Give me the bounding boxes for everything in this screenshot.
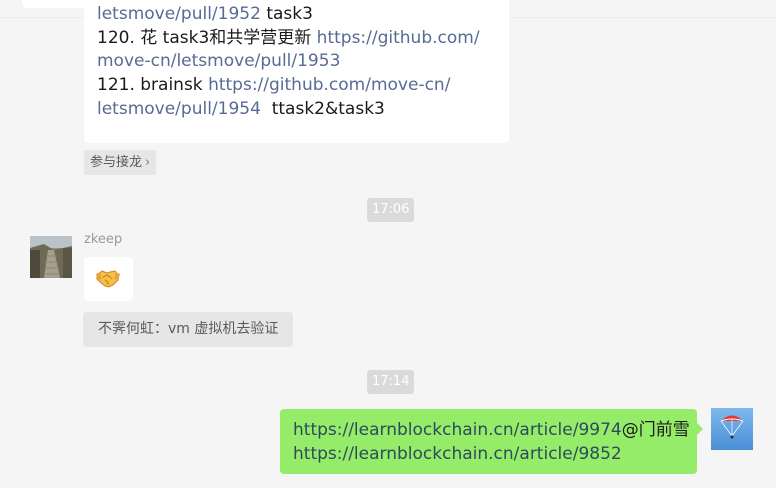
- mention-text: @门前雪: [621, 420, 690, 440]
- avatar-self[interactable]: [711, 408, 753, 450]
- message-text: ttask2&task3: [260, 98, 385, 119]
- avatar-image: [30, 236, 72, 278]
- quoted-message[interactable]: 不霁何虹：vm 虚拟机去验证: [83, 312, 294, 347]
- chevron-right-icon: ›: [145, 155, 151, 170]
- message-text: 121. brainsk: [97, 75, 209, 96]
- article-link[interactable]: https://learnblockchain.cn/article/9852: [293, 444, 622, 464]
- message-line: letsmove/pull/1952 task3: [97, 3, 496, 27]
- message-line: 121. brainsk https://github.com/move-cn/: [97, 74, 496, 98]
- sender-name: zkeep: [84, 232, 123, 247]
- message-line: https://learnblockchain.cn/article/9852: [293, 442, 685, 466]
- article-link[interactable]: https://learnblockchain.cn/article/9974: [293, 420, 622, 440]
- message-text: task3: [260, 4, 313, 24]
- message-line: 120. 花 task3和共学营更新 https://github.com/: [97, 27, 496, 51]
- timestamp-badge: 17:14: [367, 370, 415, 394]
- join-solitaire-button[interactable]: 参与接龙 ›: [84, 150, 157, 175]
- pull-request-link[interactable]: move-cn/letsmove/pull/1953: [97, 51, 340, 71]
- join-label: 参与接龙: [90, 155, 143, 170]
- pull-request-link[interactable]: letsmove/pull/1952: [97, 4, 261, 24]
- timestamp-badge: 17:06: [367, 198, 415, 222]
- message-text: 120. 花 task3和共学营更新: [97, 27, 317, 48]
- handshake-icon: [96, 270, 120, 288]
- message-line: letsmove/pull/1954 ttask2&task3: [97, 98, 496, 122]
- pull-request-link[interactable]: letsmove/pull/1954: [97, 99, 261, 119]
- avatar-image: [711, 408, 753, 450]
- avatar-zkeep[interactable]: [30, 236, 72, 278]
- emoji-message-bubble: [84, 257, 133, 301]
- message-line: move-cn/letsmove/pull/1953: [97, 50, 496, 74]
- self-message-bubble: https://learnblockchain.cn/article/9974@…: [280, 409, 703, 474]
- link-message-bubble: letsmove/pull/1952 task3 120. 花 task3和共学…: [84, 0, 509, 143]
- message-line: https://learnblockchain.cn/article/9974@…: [293, 418, 690, 442]
- pull-request-link[interactable]: https://github.com/: [317, 28, 480, 48]
- pull-request-link[interactable]: https://github.com/move-cn/: [208, 75, 450, 95]
